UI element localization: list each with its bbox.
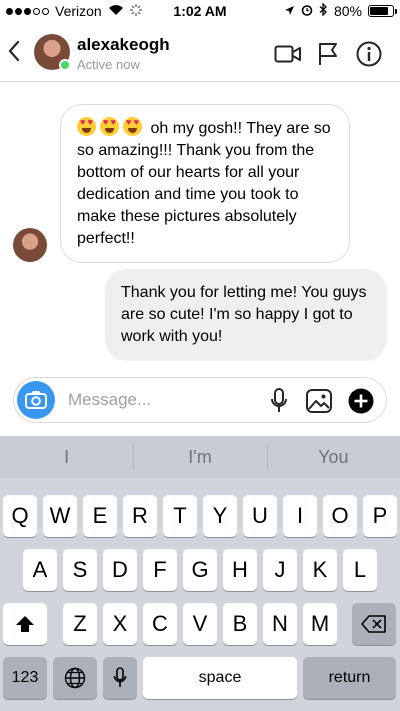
key-l[interactable]: L [343,549,377,591]
key-q[interactable]: Q [3,495,37,537]
backspace-icon [361,615,386,633]
contact-avatar[interactable] [34,34,71,71]
chevron-left-icon [8,40,20,62]
key-o[interactable]: O [323,495,357,537]
key-y[interactable]: Y [203,495,237,537]
shift-arrow-icon [16,616,34,632]
contact-status: Active now [77,57,140,72]
key-t[interactable]: T [163,495,197,537]
more-options-button[interactable] [347,387,375,415]
gallery-button[interactable] [305,387,333,415]
status-right: 80% [284,2,397,19]
globe-icon [64,667,86,689]
heart-eyes-emoji-icon [123,117,142,136]
outgoing-message[interactable]: Thank you for letting me! You guys are s… [105,269,387,361]
activity-spinner-icon [129,3,142,19]
info-button[interactable] [355,40,383,68]
location-arrow-icon [284,3,295,19]
dictation-key[interactable] [103,657,137,699]
signal-strength-icon [6,7,49,15]
image-gallery-icon [306,389,332,413]
video-camera-icon [274,45,301,63]
suggestion-1[interactable]: I [0,436,133,478]
key-m[interactable]: M [303,603,337,645]
key-g[interactable]: G [183,549,217,591]
key-j[interactable]: J [263,549,297,591]
voice-message-button[interactable] [265,387,293,415]
battery-percent: 80% [333,3,362,19]
key-a[interactable]: A [23,549,57,591]
video-call-button[interactable] [274,40,302,68]
heart-eyes-emoji-icon [100,117,119,136]
key-b[interactable]: B [223,603,257,645]
heart-eyes-emoji-icon [77,117,96,136]
battery-level [370,7,388,15]
status-bar: Verizon 1:02 AM 80% [0,0,400,22]
space-key[interactable]: space [143,657,297,699]
conversation-header: alexakeogh Active now [0,22,400,82]
return-key[interactable]: return [303,657,396,699]
key-w[interactable]: W [43,495,77,537]
alarm-clock-icon [301,3,313,19]
key-p[interactable]: P [363,495,397,537]
key-k[interactable]: K [303,549,337,591]
suggestion-3[interactable]: You [266,436,400,478]
microphone-icon [271,388,287,412]
carrier-name: Verizon [55,3,102,19]
wifi-icon [108,3,124,19]
online-indicator [59,59,71,71]
incoming-message-text: oh my gosh!! They are so so amazing!!! T… [77,120,331,247]
predictive-text-bar: I I'm You [0,436,400,478]
key-v[interactable]: V [183,603,217,645]
camera-icon [25,391,47,409]
key-e[interactable]: E [83,495,117,537]
globe-key[interactable] [53,657,97,699]
message-input[interactable] [68,387,258,413]
backspace-key[interactable] [352,603,396,645]
suggestion-2[interactable]: I'm [133,436,266,478]
contact-username[interactable]: alexakeogh [77,35,170,55]
shift-key[interactable] [3,603,47,645]
key-f[interactable]: F [143,549,177,591]
key-s[interactable]: S [63,549,97,591]
flag-icon [319,43,337,65]
key-z[interactable]: Z [63,603,97,645]
key-c[interactable]: C [143,603,177,645]
key-r[interactable]: R [123,495,157,537]
numbers-key[interactable]: 123 [3,657,47,699]
microphone-icon [113,667,127,687]
key-u[interactable]: U [243,495,277,537]
report-flag-button[interactable] [314,40,342,68]
key-h[interactable]: H [223,549,257,591]
keyboard: I I'm You Q W E R T Y U I O P A S D F G H J K L Z X C V B N M 123 s… [0,436,400,711]
key-x[interactable]: X [103,603,137,645]
plus-circle-icon [348,388,374,414]
key-i[interactable]: I [283,495,317,537]
camera-button[interactable] [17,381,55,419]
key-n[interactable]: N [263,603,297,645]
battery-icon [368,5,397,17]
key-d[interactable]: D [103,549,137,591]
bluetooth-icon [319,2,328,19]
status-left: Verizon [6,3,142,19]
incoming-message[interactable]: oh my gosh!! They are so so amazing!!! T… [60,104,350,263]
message-composer [13,377,387,423]
message-thread[interactable]: oh my gosh!! They are so so amazing!!! T… [0,83,400,373]
back-button[interactable] [4,35,24,67]
outgoing-message-text: Thank you for letting me! You guys are s… [121,284,367,345]
sender-avatar[interactable] [13,228,47,262]
info-icon [356,41,382,67]
